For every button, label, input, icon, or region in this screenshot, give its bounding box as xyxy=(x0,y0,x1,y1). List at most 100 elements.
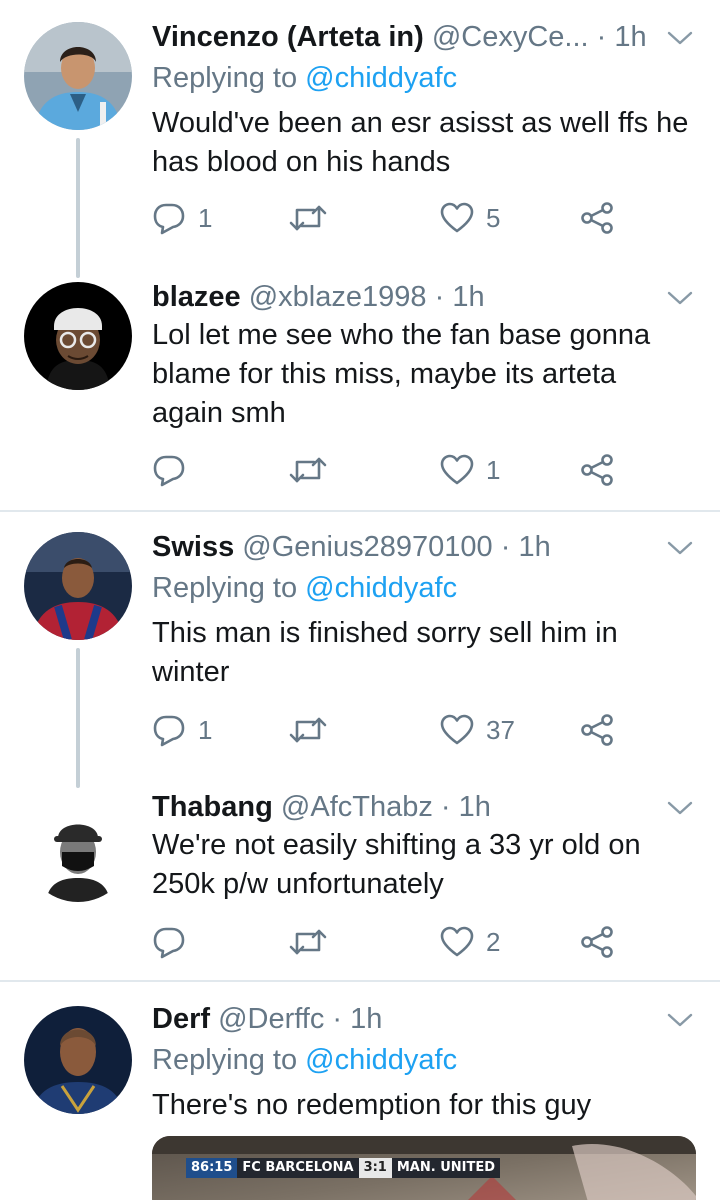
display-name[interactable]: Vincenzo (Arteta in) xyxy=(152,21,424,53)
tweet-text: Would've been an esr asisst as well ffs … xyxy=(152,107,689,178)
share-icon xyxy=(581,714,613,746)
avatar[interactable] xyxy=(24,22,132,130)
reply-button[interactable]: 1 xyxy=(152,198,212,238)
chevron-down-icon[interactable] xyxy=(666,798,694,818)
share-button[interactable] xyxy=(580,450,614,490)
chevron-down-icon[interactable] xyxy=(666,28,694,48)
replying-prefix: Replying to xyxy=(152,1044,298,1076)
user-handle[interactable]: @Derffc xyxy=(218,1003,324,1035)
media-preview[interactable]: 86:15 FC BARCELONA 3:1 MAN. UNITED xyxy=(152,1136,696,1200)
user-handle[interactable]: @CexyCe... xyxy=(432,21,589,53)
reply-icon xyxy=(153,455,185,487)
retweet-button[interactable] xyxy=(288,198,328,238)
scoreboard-overlay: 86:15 FC BARCELONA 3:1 MAN. UNITED xyxy=(186,1158,501,1178)
reply-button[interactable] xyxy=(152,922,198,962)
reply-icon xyxy=(153,203,185,235)
heart-icon xyxy=(440,714,474,745)
like-button[interactable]: 2 xyxy=(440,922,500,962)
like-count: 5 xyxy=(486,202,501,233)
reply-icon xyxy=(153,927,185,959)
thread-line xyxy=(76,138,80,278)
timestamp[interactable]: 1h xyxy=(459,791,491,823)
user-handle[interactable]: @AfcThabz xyxy=(281,791,433,823)
replying-to: Replying to @chiddyafc xyxy=(152,58,457,98)
mention-link[interactable]: @chiddyafc xyxy=(305,62,457,94)
tweet-header: Vincenzo (Arteta in) @CexyCe... · 1h xyxy=(152,16,650,58)
tweet-header: Swiss @Genius28970100 · 1h xyxy=(152,526,650,568)
replying-to: Replying to @chiddyafc xyxy=(152,568,457,608)
reply-button[interactable]: 1 xyxy=(152,710,212,750)
chevron-down-icon[interactable] xyxy=(666,288,694,308)
display-name[interactable]: Swiss xyxy=(152,531,234,563)
retweet-button[interactable] xyxy=(288,450,328,490)
action-bar: 1 37 xyxy=(152,710,632,750)
timestamp[interactable]: 1h xyxy=(614,21,646,53)
reply-button[interactable] xyxy=(152,450,198,490)
action-bar: 1 5 xyxy=(152,198,632,238)
separator-dot: · xyxy=(440,791,451,823)
share-icon xyxy=(581,454,613,486)
like-count: 2 xyxy=(486,926,501,957)
tweet-text: Lol let me see who the fan base gonna bl… xyxy=(152,319,651,429)
heart-icon xyxy=(440,926,474,957)
like-count: 37 xyxy=(486,714,515,745)
tweet-header: Derf @Derffc · 1h xyxy=(152,998,650,1040)
thread-line xyxy=(76,648,80,788)
like-button[interactable]: 1 xyxy=(440,450,500,490)
share-button[interactable] xyxy=(580,710,614,750)
avatar[interactable] xyxy=(24,282,132,390)
chevron-down-icon[interactable] xyxy=(666,1010,694,1030)
display-name[interactable]: Thabang xyxy=(152,791,273,823)
reply-icon xyxy=(153,715,185,747)
retweet-icon xyxy=(289,929,327,955)
tweet-2[interactable]: blazee @xblaze1998 · 1h Lol let me see w… xyxy=(0,270,720,510)
avatar[interactable] xyxy=(24,1006,132,1114)
avatar[interactable] xyxy=(24,532,132,640)
retweet-button[interactable] xyxy=(288,710,328,750)
retweet-button[interactable] xyxy=(288,922,328,962)
display-name[interactable]: blazee xyxy=(152,281,241,313)
heart-icon xyxy=(440,202,474,233)
share-button[interactable] xyxy=(580,198,614,238)
like-count: 1 xyxy=(486,454,501,485)
retweet-icon xyxy=(289,717,327,743)
tweet-text: This man is finished sorry sell him in w… xyxy=(152,617,618,688)
separator-dot: · xyxy=(434,281,445,313)
tweet-text: We're not easily shifting a 33 yr old on… xyxy=(152,829,641,900)
like-button[interactable]: 37 xyxy=(440,710,515,750)
avatar[interactable] xyxy=(24,794,132,902)
tweet-1[interactable]: Vincenzo (Arteta in) @CexyCe... · 1h Rep… xyxy=(0,0,720,278)
like-button[interactable]: 5 xyxy=(440,198,500,238)
away-team: MAN. UNITED xyxy=(391,1158,501,1178)
replying-prefix: Replying to xyxy=(152,572,298,604)
user-handle[interactable]: @Genius28970100 xyxy=(242,531,492,563)
separator-dot: · xyxy=(596,21,607,53)
tweet-4[interactable]: Thabang @AfcThabz · 1h We're not easily … xyxy=(0,780,720,980)
action-bar: 1 xyxy=(152,450,632,490)
match-score: 3:1 xyxy=(358,1158,392,1178)
share-icon xyxy=(581,926,613,958)
match-clock: 86:15 xyxy=(186,1158,238,1178)
reply-count: 1 xyxy=(198,714,213,745)
timestamp[interactable]: 1h xyxy=(452,281,484,313)
user-handle[interactable]: @xblaze1998 xyxy=(249,281,427,313)
display-name[interactable]: Derf xyxy=(152,1003,210,1035)
retweet-icon xyxy=(289,457,327,483)
action-bar: 2 xyxy=(152,922,632,962)
tweet-text: There's no redemption for this guy xyxy=(152,1089,592,1121)
chevron-down-icon[interactable] xyxy=(666,538,694,558)
timestamp[interactable]: 1h xyxy=(518,531,550,563)
home-team: FC BARCELONA xyxy=(237,1158,359,1178)
share-icon xyxy=(581,202,613,234)
mention-link[interactable]: @chiddyafc xyxy=(305,572,457,604)
tweet-3[interactable]: Swiss @Genius28970100 · 1h Replying to @… xyxy=(0,512,720,788)
replying-prefix: Replying to xyxy=(152,62,298,94)
replying-to: Replying to @chiddyafc xyxy=(152,1040,457,1080)
retweet-icon xyxy=(289,205,327,231)
mention-link[interactable]: @chiddyafc xyxy=(305,1044,457,1076)
separator-dot: · xyxy=(500,531,511,563)
timestamp[interactable]: 1h xyxy=(350,1003,382,1035)
share-button[interactable] xyxy=(580,922,614,962)
reply-count: 1 xyxy=(198,202,213,233)
heart-icon xyxy=(440,454,474,485)
